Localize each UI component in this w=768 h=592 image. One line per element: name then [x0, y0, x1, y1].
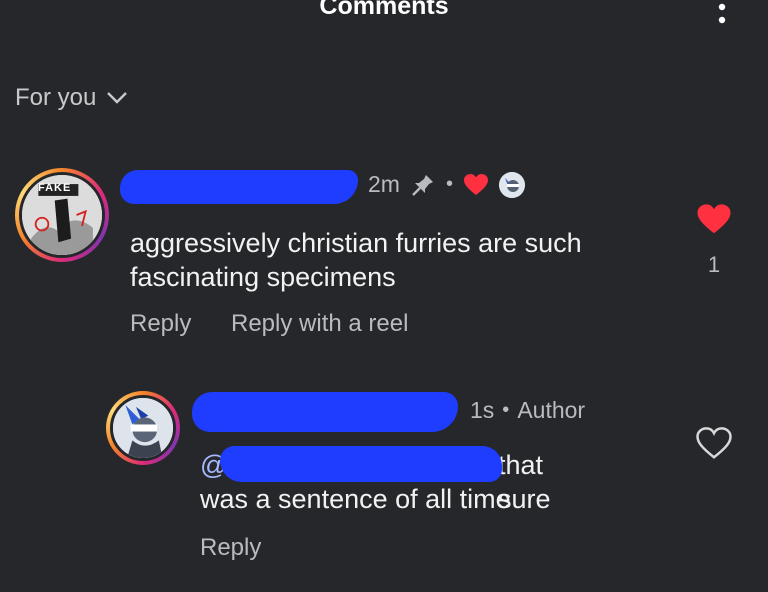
creator-avatar [498, 171, 525, 198]
pin-icon [412, 174, 433, 196]
more-options-icon[interactable] [705, 0, 739, 34]
author-badge: Author [517, 397, 586, 423]
redacted-username [120, 170, 358, 204]
reply-text-line: was a sentence of all time [200, 484, 511, 514]
like-heart-outline-icon[interactable] [696, 427, 732, 465]
avatar[interactable] [106, 391, 180, 465]
comment-meta: 2m • [368, 171, 525, 198]
page-title: Comments [319, 0, 449, 20]
creator-liked-heart-icon [463, 173, 488, 195]
like-heart-icon[interactable] [696, 203, 732, 241]
redacted-username [192, 392, 458, 432]
separator-dot: • [445, 173, 453, 195]
reply-button[interactable]: Reply [200, 534, 261, 562]
avatar-image [113, 398, 173, 458]
sort-filter-label: For you [15, 84, 97, 111]
redacted-mention [220, 446, 502, 482]
reply-button[interactable]: Reply [130, 310, 191, 338]
comment-text-line: fascinating specimens [130, 262, 396, 292]
sort-filter-dropdown[interactable]: For you [15, 84, 128, 112]
separator-dot: • [502, 399, 510, 421]
comment-text: aggressively christian furries are such … [130, 226, 582, 294]
reply-meta: 1s • Author [470, 397, 585, 424]
reply-text-tail: that sure [498, 450, 551, 514]
chevron-down-icon [107, 92, 128, 104]
like-count: 1 [707, 252, 721, 277]
comment-timestamp: 2m [368, 171, 400, 197]
comment-text-line: aggressively christian furries are such [130, 228, 582, 258]
reply-timestamp: 1s [470, 397, 495, 423]
avatar-text: FAKE [38, 182, 72, 194]
reply-with-reel-button[interactable]: Reply with a reel [231, 310, 408, 338]
avatar[interactable]: FAKE [15, 168, 109, 262]
